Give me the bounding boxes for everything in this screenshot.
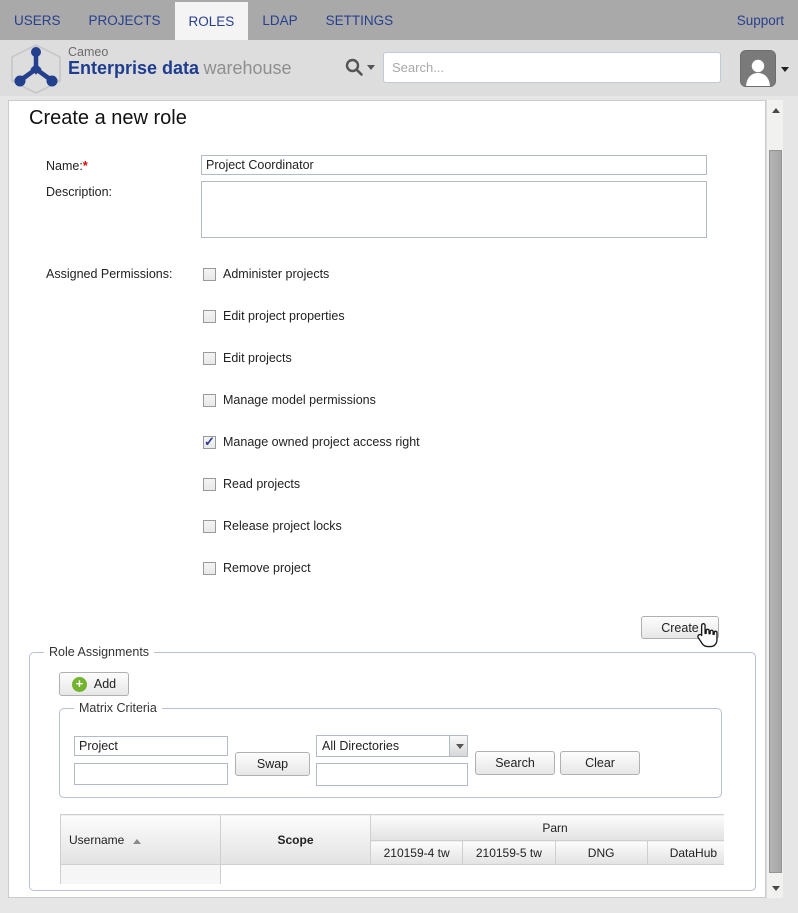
matrix-clear-button[interactable]: Clear [560, 751, 640, 775]
matrix-search-button[interactable]: Search [475, 751, 555, 775]
empty-row-cell [220, 864, 724, 884]
column-header-username[interactable]: Username [60, 814, 221, 865]
main-panel: Create a new role Name:* Description: As… [8, 100, 766, 898]
support-link[interactable]: Support [723, 0, 798, 40]
permission-row: Manage model permissions [203, 392, 376, 408]
matrix-criteria-fieldset: Matrix Criteria Swap All Directories Sea… [59, 701, 722, 798]
person-icon [746, 59, 770, 86]
app-window: USERS PROJECTS ROLES LDAP SETTINGS Suppo… [0, 0, 798, 913]
name-label: Name:* [46, 159, 88, 173]
column-group-header[interactable]: Parn [370, 814, 724, 841]
create-button[interactable]: Create [641, 616, 719, 639]
permission-label: Remove project [223, 561, 311, 575]
nav-item-projects[interactable]: PROJECTS [75, 0, 175, 40]
matrix-criteria-legend: Matrix Criteria [74, 701, 162, 715]
role-description-textarea[interactable] [201, 181, 707, 238]
permission-row: Remove project [203, 560, 311, 576]
permission-checkbox[interactable] [203, 434, 216, 450]
permission-label: Edit project properties [223, 309, 345, 323]
scrollbar-thumb[interactable] [769, 150, 782, 873]
permission-row: Release project locks [203, 518, 342, 534]
row-type-input[interactable] [74, 736, 228, 756]
column-header-project[interactable]: DNG [554, 840, 648, 865]
permission-row: Edit projects [203, 350, 292, 366]
directory-select[interactable]: All Directories [316, 735, 468, 757]
app-header: Cameo Enterprise data warehouse [0, 40, 798, 96]
brand-light: warehouse [203, 58, 292, 79]
row-filter-input[interactable] [74, 763, 228, 785]
permission-label: Release project locks [223, 519, 342, 533]
permission-checkbox[interactable] [203, 393, 216, 407]
permission-checkbox[interactable] [203, 351, 216, 365]
nav-item-settings[interactable]: SETTINGS [312, 0, 408, 40]
top-navbar: USERS PROJECTS ROLES LDAP SETTINGS Suppo… [0, 0, 798, 40]
column-header-scope[interactable]: Scope [220, 814, 371, 865]
permission-label: Read projects [223, 477, 301, 491]
search-input[interactable] [383, 52, 721, 83]
permission-checkbox[interactable] [203, 267, 216, 281]
search-scope-dropdown[interactable] [344, 53, 378, 81]
permission-label: Manage model permissions [223, 393, 376, 407]
table-row [60, 864, 724, 884]
brand-strong: Enterprise data [68, 58, 200, 79]
brand-wordmark: Cameo Enterprise data warehouse [68, 45, 292, 79]
column-header-project[interactable]: DataHub [646, 840, 724, 865]
vertical-scrollbar[interactable] [766, 100, 783, 898]
triangle-down-icon [771, 885, 780, 891]
nav-item-roles[interactable]: ROLES [174, 2, 249, 40]
scroll-up-button[interactable] [767, 102, 784, 118]
chevron-down-icon [456, 743, 464, 749]
scroll-down-button[interactable] [767, 880, 784, 896]
permission-row: Administer projects [203, 266, 329, 282]
description-label: Description: [46, 185, 112, 199]
permission-label: Manage owned project access right [223, 435, 420, 449]
required-asterisk: * [82, 159, 88, 173]
swap-button[interactable]: Swap [235, 752, 310, 776]
select-dropdown-button[interactable] [449, 736, 467, 756]
permission-checkbox[interactable] [203, 309, 216, 323]
permission-label: Administer projects [223, 267, 330, 281]
page-title: Create a new role [29, 107, 187, 129]
permission-row: Read projects [203, 476, 300, 492]
permission-row: Edit project properties [203, 308, 345, 324]
triangle-up-icon [771, 107, 780, 113]
username-header-text: Username [69, 832, 125, 847]
permission-label: Edit projects [223, 351, 292, 365]
permission-checkbox[interactable] [203, 519, 216, 533]
directory-select-value: All Directories [322, 739, 400, 753]
plus-circle-icon: + [71, 676, 87, 692]
nav-item-ldap[interactable]: LDAP [248, 0, 311, 40]
column-filter-input[interactable] [316, 763, 468, 786]
cameo-logo-icon [8, 43, 64, 100]
assignment-matrix: Username Scope Parn 210159-4 tw 210159-5… [60, 814, 724, 884]
chevron-down-icon [367, 64, 375, 70]
empty-username-cell [60, 864, 221, 884]
role-assignments-fieldset: Role Assignments + Add Matrix Criteria S… [29, 645, 756, 891]
role-assignments-legend: Role Assignments [44, 645, 155, 659]
name-label-text: Name: [46, 159, 83, 173]
search-icon [345, 58, 363, 76]
permission-row: Manage owned project access right [203, 434, 420, 450]
avatar-menu-caret[interactable] [781, 67, 789, 72]
permission-checkbox[interactable] [203, 561, 216, 575]
column-header-project[interactable]: 210159-5 tw [462, 840, 556, 865]
sort-ascending-icon [132, 838, 141, 844]
user-avatar[interactable] [740, 50, 776, 87]
add-button[interactable]: + Add [59, 672, 129, 696]
add-button-label: Add [93, 677, 117, 691]
role-name-input[interactable] [201, 155, 707, 175]
column-header-project[interactable]: 210159-4 tw [369, 840, 464, 865]
assigned-permissions-label: Assigned Permissions: [46, 267, 173, 281]
nav-item-users[interactable]: USERS [0, 0, 75, 40]
permission-checkbox[interactable] [203, 477, 216, 491]
